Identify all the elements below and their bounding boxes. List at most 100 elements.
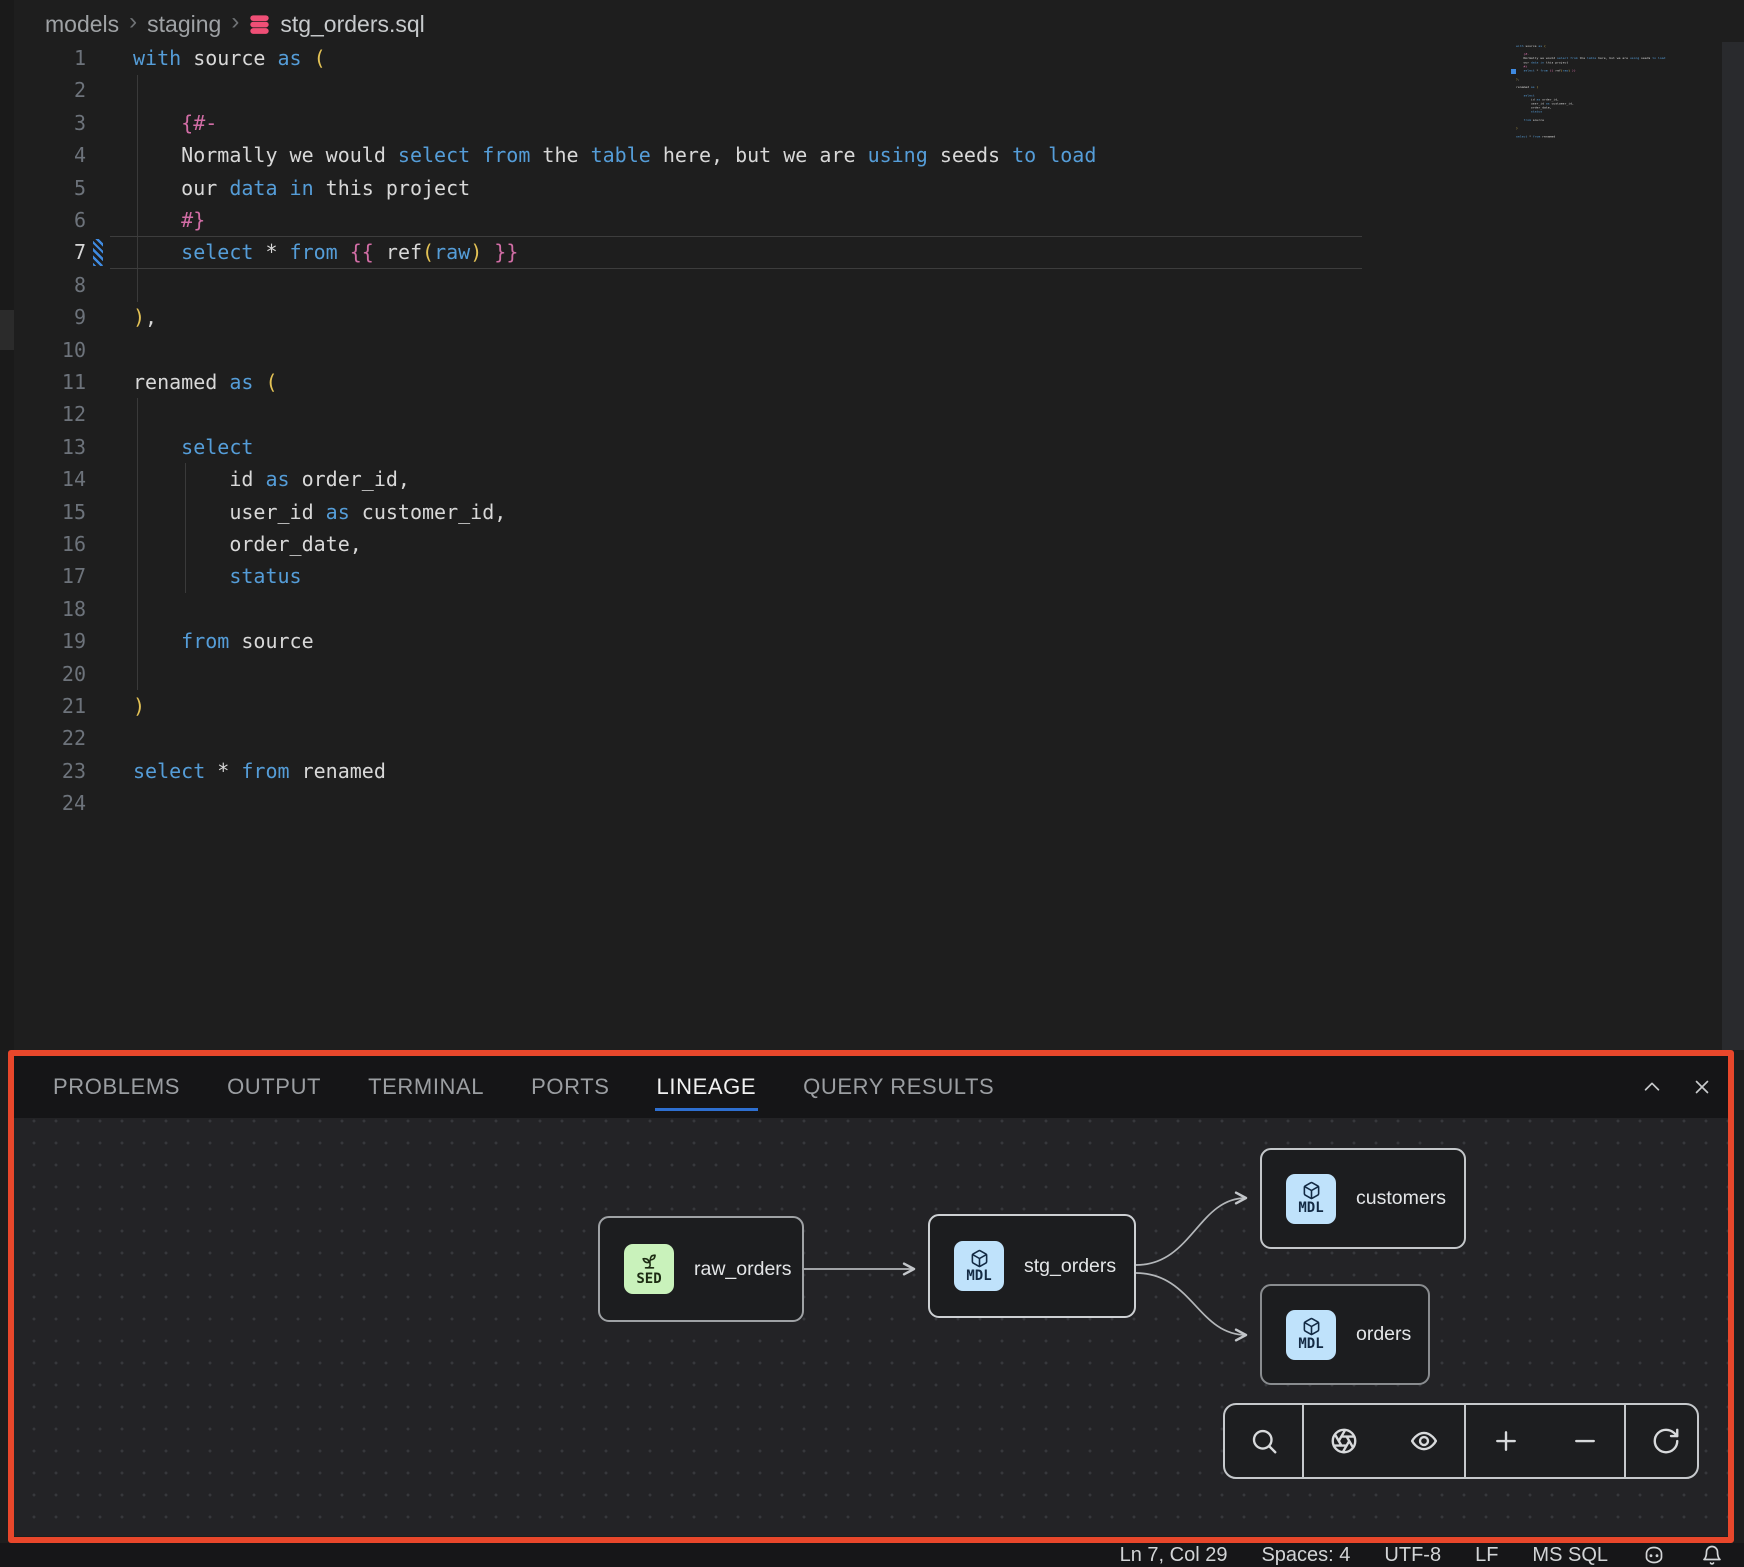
seed-badge: SED <box>624 1244 674 1294</box>
code-line-17[interactable]: 17 status <box>14 560 1500 593</box>
code-line-10[interactable]: 10 <box>14 334 1500 367</box>
lineage-node-raw_orders[interactable]: SED raw_orders <box>598 1216 804 1322</box>
zoom-out-button[interactable] <box>1545 1405 1624 1477</box>
status-eol[interactable]: LF <box>1475 1544 1498 1567</box>
minimap[interactable]: with source as ( {#- Normally we would s… <box>1516 44 1716 148</box>
code-line-5[interactable]: 5 our data in this project <box>14 172 1500 205</box>
panel-close-button[interactable] <box>1688 1073 1716 1101</box>
lineage-node-stg_orders[interactable]: MDL stg_orders <box>928 1214 1136 1318</box>
line-number: 9 <box>14 301 86 333</box>
line-number: 6 <box>14 204 86 236</box>
code-line-21[interactable]: 21) <box>14 690 1500 723</box>
tab-problems[interactable]: PROBLEMS <box>53 1056 180 1118</box>
code-line-7[interactable]: 7 select * from {{ ref(raw) }} <box>14 236 1500 269</box>
line-number: 2 <box>14 74 86 106</box>
eye-button[interactable] <box>1384 1405 1464 1477</box>
cube-icon <box>970 1249 989 1268</box>
line-number: 3 <box>14 107 86 139</box>
line-number: 24 <box>14 787 86 819</box>
node-label: stg_orders <box>1024 1255 1116 1278</box>
code-line-22[interactable]: 22 <box>14 722 1500 755</box>
panel-tab-bar: PROBLEMS OUTPUT TERMINAL PORTS LINEAGE QUERY … <box>14 1056 1730 1118</box>
code-line-8[interactable]: 8 <box>14 269 1500 302</box>
code-line-19[interactable]: 19 from source <box>14 625 1500 658</box>
badge-label: MDL <box>1298 1200 1323 1216</box>
lineage-canvas[interactable]: SEDraw_ordersMDLstg_ordersMDLcustomersMD… <box>14 1118 1730 1536</box>
code-line-text: ), <box>133 301 157 333</box>
refresh-button[interactable] <box>1626 1405 1706 1477</box>
lineage-node-customers[interactable]: MDLcustomers <box>1260 1148 1466 1249</box>
breadcrumb-file[interactable]: stg_orders.sql <box>280 11 424 38</box>
status-language-mode[interactable]: MS SQL <box>1532 1544 1608 1567</box>
cube-icon <box>1302 1181 1321 1200</box>
line-number: 12 <box>14 398 86 430</box>
code-line-20[interactable]: 20 <box>14 658 1500 691</box>
code-line-18[interactable]: 18 <box>14 593 1500 626</box>
line-number: 14 <box>14 463 86 495</box>
code-line-16[interactable]: 16 order_date, <box>14 528 1500 561</box>
tab-lineage[interactable]: LINEAGE <box>657 1056 757 1118</box>
tab-output[interactable]: OUTPUT <box>227 1056 321 1118</box>
badge-label: MDL <box>966 1268 991 1284</box>
editor-scrollbar[interactable] <box>1722 42 1744 1050</box>
panel-collapse-button[interactable] <box>1638 1073 1666 1101</box>
tab-terminal[interactable]: TERMINAL <box>368 1056 484 1118</box>
breadcrumb-item-models[interactable]: models <box>45 11 119 38</box>
code-line-23[interactable]: 23 select * from renamed <box>14 755 1500 788</box>
node-label: orders <box>1356 1323 1411 1346</box>
bell-icon[interactable] <box>1700 1543 1724 1567</box>
line-number: 19 <box>14 625 86 657</box>
line-number: 18 <box>14 593 86 625</box>
breadcrumb-item-staging[interactable]: staging <box>147 11 221 38</box>
code-editor[interactable]: 1with source as (23 {#-4 Normally we wou… <box>14 42 1500 832</box>
code-line-2[interactable]: 2 <box>14 74 1500 107</box>
code-line-4[interactable]: 4 Normally we would select from the tabl… <box>14 139 1500 172</box>
copilot-icon[interactable] <box>1642 1543 1666 1567</box>
zoom-in-icon <box>1491 1426 1521 1456</box>
tab-query-results[interactable]: QUERY RESULTS <box>803 1056 994 1118</box>
code-line-14[interactable]: 14 id as order_id, <box>14 463 1500 496</box>
model-badge: MDL <box>1286 1310 1336 1360</box>
tab-ports[interactable]: PORTS <box>531 1056 609 1118</box>
lineage-edge <box>1136 1273 1246 1335</box>
code-line-text: status <box>133 560 302 592</box>
vscode-window: models › staging › stg_orders.sql 1with … <box>0 0 1744 1567</box>
zoom-in-button[interactable] <box>1466 1405 1545 1477</box>
node-label: raw_orders <box>694 1258 792 1281</box>
code-line-9[interactable]: 9), <box>14 301 1500 334</box>
model-badge: MDL <box>1286 1174 1336 1224</box>
code-line-1[interactable]: 1with source as ( <box>14 42 1500 75</box>
code-line-11[interactable]: 11renamed as ( <box>14 366 1500 399</box>
eye-icon <box>1409 1426 1439 1456</box>
search-button[interactable] <box>1225 1405 1302 1477</box>
code-line-15[interactable]: 15 user_id as customer_id, <box>14 496 1500 529</box>
line-number: 4 <box>14 139 86 171</box>
line-number: 20 <box>14 658 86 690</box>
code-line-text: id as order_id, <box>133 463 410 495</box>
code-line-13[interactable]: 13 select <box>14 431 1500 464</box>
code-line-text: with source as ( <box>133 42 326 74</box>
status-encoding[interactable]: UTF-8 <box>1384 1544 1441 1567</box>
aperture-button[interactable] <box>1304 1405 1384 1477</box>
minimap-modified-marker <box>1511 69 1516 74</box>
chevron-right-icon: › <box>129 10 137 34</box>
code-line-text: order_date, <box>133 528 362 560</box>
status-indentation[interactable]: Spaces: 4 <box>1261 1544 1350 1567</box>
code-line-text: select * from renamed <box>133 755 386 787</box>
lineage-node-orders[interactable]: MDL orders <box>1260 1284 1430 1385</box>
line-number: 23 <box>14 755 86 787</box>
code-line-24[interactable]: 24 <box>14 787 1500 820</box>
code-line-text: select * from {{ ref(raw) }} <box>133 236 518 268</box>
code-line-text: user_id as customer_id, <box>133 496 506 528</box>
line-number: 10 <box>14 334 86 366</box>
sprout-icon <box>640 1252 659 1271</box>
search-icon <box>1249 1426 1279 1456</box>
code-line-3[interactable]: 3 {#- <box>14 107 1500 140</box>
code-line-12[interactable]: 12 <box>14 398 1500 431</box>
line-number: 22 <box>14 722 86 754</box>
code-line-text: #} <box>133 204 205 236</box>
status-cursor-position[interactable]: Ln 7, Col 29 <box>1120 1544 1228 1567</box>
line-number: 21 <box>14 690 86 722</box>
code-line-text: select <box>133 431 253 463</box>
code-line-6[interactable]: 6 #} <box>14 204 1500 237</box>
